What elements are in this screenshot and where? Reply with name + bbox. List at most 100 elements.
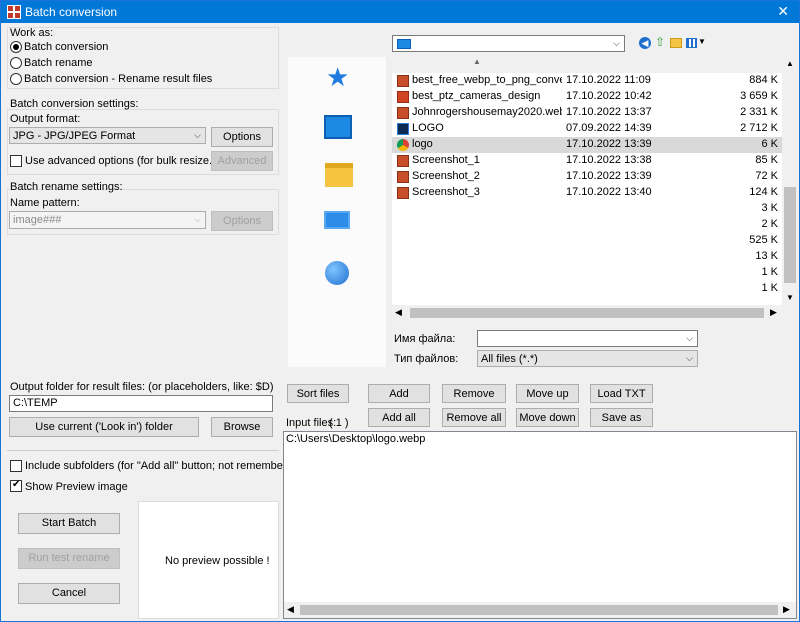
file-row[interactable]: 1 K: [392, 265, 782, 281]
name-pattern-value: image###: [13, 214, 62, 226]
this-pc-icon[interactable]: [324, 211, 350, 229]
up-folder-icon[interactable]: ⇧: [655, 36, 667, 49]
scroll-thumb[interactable]: [410, 308, 764, 318]
input-list-horizontal-scrollbar[interactable]: ◀ ▶: [284, 602, 796, 618]
input-files-list[interactable]: C:\Users\Desktop\logo.webp ◀ ▶: [283, 431, 797, 619]
scroll-right-icon[interactable]: ▶: [783, 604, 790, 615]
save-as-txt-button[interactable]: Save as TXT: [590, 408, 653, 442]
scroll-right-icon[interactable]: ▶: [770, 307, 777, 318]
output-folder-label: Output folder for result files: (or plac…: [10, 381, 274, 393]
file-row[interactable]: logo 17.10.2022 13:39 6 K: [392, 137, 782, 153]
include-subfolders-label[interactable]: Include subfolders (for "Add all" button…: [25, 460, 302, 472]
run-test-rename-button[interactable]: Run test rename: [18, 548, 120, 569]
view-menu-icon[interactable]: [686, 38, 697, 48]
name-pattern-select[interactable]: image### ⌵: [9, 211, 206, 229]
preview-panel: No preview possible !: [138, 501, 279, 619]
photoshop-icon: [397, 123, 409, 135]
close-icon[interactable]: ✕: [777, 3, 789, 20]
desktop-icon[interactable]: [324, 115, 352, 139]
file-name: Screenshot_1: [412, 154, 480, 166]
advanced-options-checkbox[interactable]: [10, 155, 22, 167]
window-title: Batch conversion: [25, 5, 118, 19]
back-icon[interactable]: ◀: [639, 37, 651, 49]
chevron-down-icon: ⌵: [194, 130, 201, 140]
use-current-folder-button[interactable]: Use current ('Look in') folder: [9, 417, 199, 437]
file-size: 525 K: [749, 234, 778, 246]
file-size: 2 331 K: [740, 106, 778, 118]
radio-batch-rename-label[interactable]: Batch rename: [24, 57, 92, 69]
add-all-button[interactable]: Add all: [368, 408, 430, 427]
remove-button[interactable]: Remove: [442, 384, 506, 403]
libraries-folder-icon[interactable]: [325, 163, 353, 187]
new-folder-icon[interactable]: [670, 38, 682, 48]
scroll-thumb[interactable]: [784, 187, 796, 283]
chevron-down-icon[interactable]: ▼: [698, 37, 706, 46]
file-size: 1 K: [761, 282, 778, 294]
format-options-button[interactable]: Options: [211, 127, 273, 147]
file-row[interactable]: 525 K: [392, 233, 782, 249]
file-name: best_free_webp_to_png_convert...: [412, 74, 562, 86]
radio-conversion-rename[interactable]: [10, 73, 22, 85]
network-globe-icon[interactable]: [325, 261, 349, 285]
file-size: 13 K: [755, 250, 778, 262]
radio-batch-rename[interactable]: [10, 57, 22, 69]
sort-files-button[interactable]: Sort files: [287, 384, 349, 403]
file-row[interactable]: 3 K: [392, 201, 782, 217]
file-row[interactable]: best_ptz_cameras_design 17.10.2022 10:42 3…: [392, 89, 782, 105]
file-size: 124 K: [749, 186, 778, 198]
radio-batch-conversion-label[interactable]: Batch conversion: [24, 41, 108, 53]
chevron-down-icon: ⌵: [686, 333, 693, 343]
file-row[interactable]: 1 K: [392, 281, 782, 297]
title-bar[interactable]: Batch conversion ✕: [1, 1, 799, 23]
show-preview-checkbox[interactable]: [10, 479, 22, 492]
look-in-select[interactable]: ⌵: [392, 35, 625, 52]
radio-batch-conversion[interactable]: [10, 41, 22, 53]
add-button[interactable]: Add: [368, 384, 430, 403]
start-batch-button[interactable]: Start Batch: [18, 513, 120, 534]
file-row[interactable]: Johnrogershousemay2020.webp 17.10.2022 13…: [392, 105, 782, 121]
file-name: best_ptz_cameras_design: [412, 90, 541, 102]
filename-input[interactable]: ⌵: [477, 330, 698, 347]
rename-options-button[interactable]: Options: [211, 211, 273, 231]
quick-access-star-icon[interactable]: ★: [326, 64, 354, 90]
file-name: Screenshot_2: [412, 170, 480, 182]
file-size: 2 712 K: [740, 122, 778, 134]
file-row[interactable]: Screenshot_3 17.10.2022 13:40 124 K: [392, 185, 782, 201]
advanced-options-label[interactable]: Use advanced options (for bulk resize...…: [25, 155, 222, 167]
scroll-up-icon[interactable]: ▲: [786, 59, 794, 68]
file-size: 3 659 K: [740, 90, 778, 102]
file-row[interactable]: Screenshot_2 17.10.2022 13:39 72 K: [392, 169, 782, 185]
scroll-left-icon[interactable]: ◀: [287, 604, 294, 615]
move-down-button[interactable]: Move down: [516, 408, 579, 427]
file-size: 1 K: [761, 266, 778, 278]
output-format-select[interactable]: JPG - JPG/JPEG Format ⌵: [9, 127, 206, 144]
advanced-button[interactable]: Advanced: [211, 151, 273, 171]
scroll-down-icon[interactable]: ▼: [786, 293, 794, 302]
file-name: Johnrogershousemay2020.webp: [412, 106, 562, 118]
remove-all-button[interactable]: Remove all: [442, 408, 506, 427]
output-folder-input[interactable]: C:\TEMP: [9, 395, 273, 412]
browse-button[interactable]: Browse: [211, 417, 273, 437]
chevron-down-icon: ⌵: [194, 214, 201, 224]
file-row[interactable]: Screenshot_1 17.10.2022 13:38 85 K: [392, 153, 782, 169]
file-row[interactable]: LOGO 07.09.2022 14:39 2 712 K: [392, 121, 782, 137]
show-preview-label[interactable]: Show Preview image: [25, 481, 128, 493]
file-list-vertical-scrollbar[interactable]: ▲ ▼: [782, 57, 798, 305]
scroll-left-icon[interactable]: ◀: [395, 307, 402, 318]
file-size: 72 K: [755, 170, 778, 182]
output-format-label: Output format:: [10, 113, 81, 125]
scroll-thumb[interactable]: [300, 605, 778, 615]
move-up-button[interactable]: Move up: [516, 384, 579, 403]
file-row[interactable]: best_free_webp_to_png_convert... 17.10.20…: [392, 73, 782, 89]
conversion-settings-label: Batch conversion settings:: [10, 98, 139, 110]
filetype-select[interactable]: All files (*.*) ⌵: [477, 350, 698, 367]
include-subfolders-checkbox[interactable]: [10, 460, 22, 472]
file-row[interactable]: 13 K: [392, 249, 782, 265]
radio-conversion-rename-label[interactable]: Batch conversion - Rename result files: [24, 73, 212, 85]
file-list-horizontal-scrollbar[interactable]: ◀ ▶: [392, 305, 798, 321]
cancel-button[interactable]: Cancel: [18, 583, 120, 604]
file-row[interactable]: 2 K: [392, 217, 782, 233]
load-txt-button[interactable]: Load TXT: [590, 384, 653, 403]
input-file-item[interactable]: C:\Users\Desktop\logo.webp: [286, 433, 425, 445]
file-size: 85 K: [755, 154, 778, 166]
